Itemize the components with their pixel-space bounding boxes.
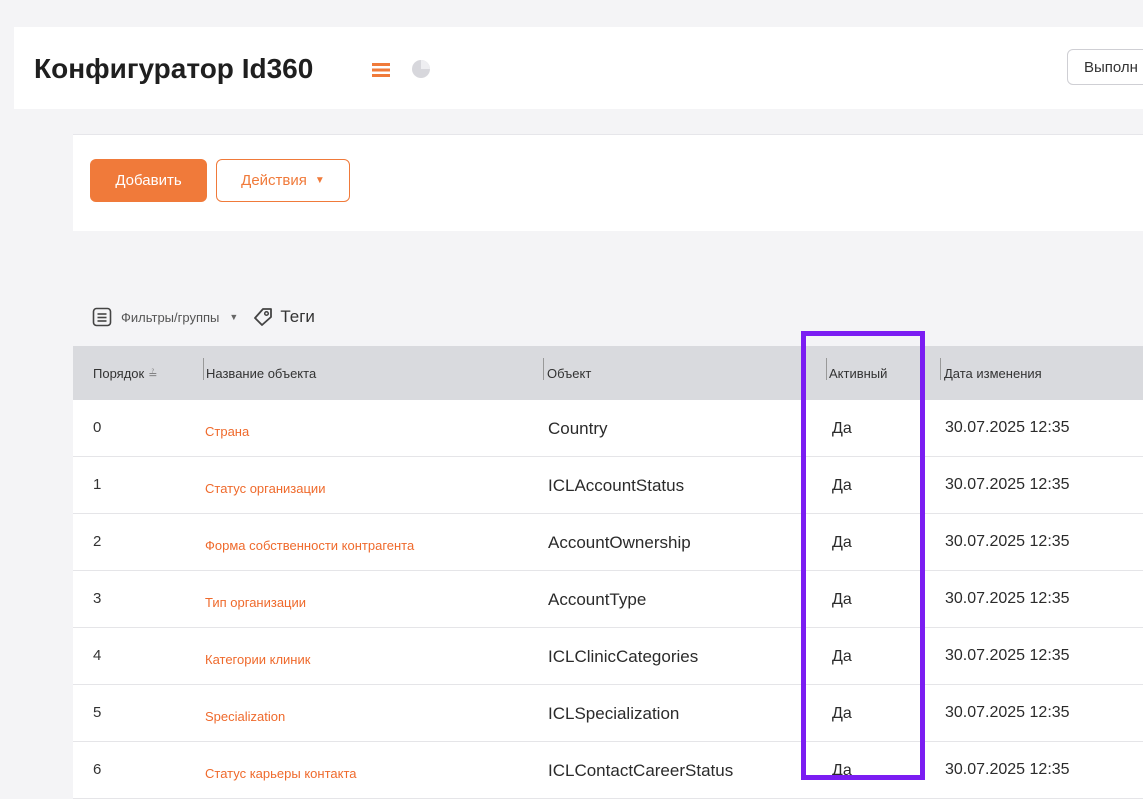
page-header: Конфигуратор Id360 Выполн	[14, 27, 1143, 109]
column-divider[interactable]	[543, 358, 544, 380]
date-cell: 30.07.2025 12:35	[945, 590, 1070, 607]
table-row[interactable]: 6 Статус карьеры контакта ICLContactCare…	[73, 742, 1143, 799]
add-button[interactable]: Добавить	[90, 159, 207, 202]
table-header: Порядок ≟ Название объекта Объект Активны…	[73, 346, 1143, 400]
column-header-active[interactable]: Активный	[829, 366, 887, 381]
active-cell: Да	[832, 534, 852, 551]
order-cell: 6	[93, 761, 102, 778]
object-cell: ICLClinicCategories	[548, 647, 699, 666]
order-cell: 5	[93, 704, 102, 721]
column-divider[interactable]	[826, 358, 827, 380]
active-cell: Да	[832, 648, 852, 665]
date-cell: 30.07.2025 12:35	[945, 647, 1070, 664]
page-title: Конфигуратор Id360	[34, 53, 314, 84]
actions-dropdown-button[interactable]: Действия ▼	[216, 159, 350, 202]
tag-icon[interactable]	[252, 306, 274, 328]
pie-chart-icon[interactable]	[411, 59, 431, 79]
run-button[interactable]: Выполн	[1067, 49, 1143, 85]
caret-down-icon: ▼	[314, 175, 325, 186]
object-cell: ICLAccountStatus	[548, 476, 685, 495]
active-cell: Да	[832, 762, 852, 779]
object-name-link[interactable]: Specialization	[205, 709, 285, 724]
date-cell: 30.07.2025 12:35	[945, 761, 1070, 778]
column-divider[interactable]	[203, 358, 204, 380]
menu-icon[interactable]	[372, 63, 390, 77]
object-cell: ICLContactCareerStatus	[548, 761, 734, 780]
column-header-date[interactable]: Дата изменения	[944, 366, 1042, 381]
filters-row: Фильтры/группы ▼ Теги	[92, 304, 315, 330]
order-cell: 4	[93, 647, 102, 664]
order-cell: 1	[93, 476, 102, 493]
object-name-link[interactable]: Статус организации	[205, 481, 325, 496]
object-name-link[interactable]: Страна	[205, 424, 249, 439]
filters-groups-dropdown[interactable]: Фильтры/группы	[121, 310, 219, 325]
table-row[interactable]: 0 Страна Country Да 30.07.2025 12:35	[73, 400, 1143, 457]
active-cell: Да	[832, 420, 852, 437]
object-cell: AccountType	[548, 590, 647, 609]
order-cell: 0	[93, 419, 102, 436]
column-header-order[interactable]: Порядок ≟	[93, 366, 157, 381]
date-cell: 30.07.2025 12:35	[945, 704, 1070, 721]
table-row[interactable]: 4 Категории клиник ICLClinicCategories Д…	[73, 628, 1143, 685]
table-row[interactable]: 2 Форма собственности контрагента Accoun…	[73, 514, 1143, 571]
object-cell: Country	[548, 419, 608, 438]
sort-icon[interactable]: ≟	[148, 369, 157, 381]
object-name-link[interactable]: Статус карьеры контакта	[205, 766, 356, 781]
active-cell: Да	[832, 591, 852, 608]
caret-down-icon[interactable]: ▼	[229, 312, 238, 322]
column-header-name[interactable]: Название объекта	[206, 366, 316, 381]
date-cell: 30.07.2025 12:35	[945, 533, 1070, 550]
column-divider[interactable]	[940, 358, 941, 380]
object-name-link[interactable]: Форма собственности контрагента	[205, 538, 414, 553]
date-cell: 30.07.2025 12:35	[945, 476, 1070, 493]
table-row[interactable]: 5 Specialization ICLSpecialization Да 30…	[73, 685, 1143, 742]
actions-label: Действия	[241, 172, 307, 189]
tags-button[interactable]: Теги	[280, 307, 315, 327]
active-cell: Да	[832, 477, 852, 494]
active-cell: Да	[832, 705, 852, 722]
column-header-object[interactable]: Объект	[547, 366, 591, 381]
object-cell: AccountOwnership	[548, 533, 691, 552]
toolbar-panel: Добавить Действия ▼	[73, 134, 1143, 231]
objects-table: Порядок ≟ Название объекта Объект Активны…	[73, 346, 1143, 799]
table-row[interactable]: 1 Статус организации ICLAccountStatus Да…	[73, 457, 1143, 514]
order-cell: 2	[93, 533, 102, 550]
object-cell: ICLSpecialization	[548, 704, 680, 723]
object-name-link[interactable]: Тип организации	[205, 595, 306, 610]
column-header-label: Порядок	[93, 366, 145, 381]
date-cell: 30.07.2025 12:35	[945, 419, 1070, 436]
table-row[interactable]: 3 Тип организации AccountType Да 30.07.2…	[73, 571, 1143, 628]
order-cell: 3	[93, 590, 102, 607]
object-name-link[interactable]: Категории клиник	[205, 652, 310, 667]
filter-list-icon[interactable]	[92, 307, 112, 327]
